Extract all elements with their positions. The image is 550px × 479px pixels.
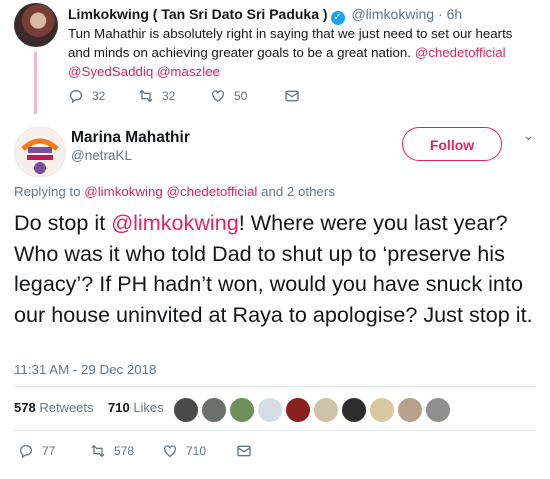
liker-avatars: [173, 397, 453, 423]
author-name[interactable]: Marina Mahathir: [71, 129, 190, 147]
divider: [14, 386, 536, 387]
retweet-count: 32: [162, 89, 176, 103]
tweet-timestamp[interactable]: 11:31 AM - 29 Dec 2018: [14, 362, 156, 377]
retweet-button[interactable]: 32: [138, 88, 210, 104]
replying-user-link[interactable]: @chedetofficial: [166, 184, 257, 199]
liker-avatar[interactable]: [397, 397, 423, 423]
retweet-count: 578: [114, 444, 135, 458]
engagement-stats: 578 Retweets 710 Likes: [14, 400, 164, 415]
reply-button[interactable]: 32: [68, 88, 138, 104]
like-button[interactable]: 50: [210, 88, 284, 104]
header-separator: ·: [438, 6, 443, 22]
retweets-count: 578: [14, 400, 36, 415]
likes-stat[interactable]: 710 Likes: [108, 400, 164, 415]
retweet-button[interactable]: 578: [90, 443, 162, 459]
thread-connector: [34, 52, 37, 114]
liker-avatar[interactable]: [369, 397, 395, 423]
liker-avatar[interactable]: [201, 397, 227, 423]
replying-others-link[interactable]: and 2 others: [261, 184, 335, 199]
reply-icon: [19, 444, 33, 459]
like-icon: [164, 445, 176, 458]
chevron-down-icon[interactable]: ⌄: [523, 128, 534, 144]
follow-button[interactable]: Follow: [402, 127, 502, 161]
reply-count: 32: [92, 89, 106, 103]
retweet-icon: [139, 89, 153, 103]
likes-label: Likes: [133, 400, 164, 415]
liker-avatar[interactable]: [257, 397, 283, 423]
mention-link[interactable]: @maszlee: [157, 64, 220, 79]
author-handle[interactable]: @netraKL: [71, 148, 132, 163]
liker-avatar[interactable]: [285, 397, 311, 423]
like-button[interactable]: 710: [162, 443, 236, 459]
parent-tweet-header: Limkokwing ( Tan Sri Dato Sri Paduka ) ✓ …: [68, 6, 462, 25]
liker-avatar[interactable]: [341, 397, 367, 423]
direct-message-button[interactable]: [284, 88, 308, 104]
tweet-actions: 77 578 710: [18, 443, 260, 459]
tweet-text-part: Do stop it: [14, 210, 112, 235]
direct-message-button[interactable]: [236, 443, 260, 459]
replying-user-link[interactable]: @limkokwing: [84, 184, 163, 199]
liker-avatar[interactable]: [425, 397, 451, 423]
author-avatar[interactable]: [14, 126, 66, 178]
parent-tweet-text: Tun Mahathir is absolutely right in sayi…: [68, 24, 538, 81]
avatar-image: [15, 127, 65, 177]
replying-prefix: Replying to: [14, 184, 81, 199]
reply-button[interactable]: 77: [18, 443, 90, 459]
reply-icon: [69, 89, 83, 104]
mention-link[interactable]: @SyedSaddiq: [68, 64, 153, 79]
message-icon: [237, 445, 251, 457]
mention-link[interactable]: @limkokwing: [111, 210, 239, 235]
parent-tweet-actions: 32 32 50: [68, 88, 308, 104]
parent-author-handle[interactable]: @limkokwing: [351, 6, 434, 22]
mention-link[interactable]: @chedetofficial: [415, 45, 506, 60]
reply-count: 77: [42, 444, 56, 458]
divider: [14, 430, 536, 431]
verified-badge-icon: ✓: [330, 11, 345, 25]
parent-avatar[interactable]: [14, 3, 58, 47]
liker-avatar[interactable]: [313, 397, 339, 423]
retweet-icon: [91, 444, 105, 458]
parent-tweet-time[interactable]: 6h: [447, 6, 463, 22]
parent-author-name[interactable]: Limkokwing ( Tan Sri Dato Sri Paduka ): [68, 6, 328, 22]
message-icon: [285, 90, 299, 102]
likes-count: 710: [107, 400, 130, 415]
tweet-text: Do stop it @limkokwing! Where were you l…: [14, 208, 539, 330]
liker-avatar[interactable]: [173, 397, 199, 423]
liker-avatar[interactable]: [229, 397, 255, 423]
retweets-label: Retweets: [39, 400, 94, 415]
like-icon: [212, 90, 224, 103]
like-count: 710: [186, 444, 207, 458]
replying-to: Replying to @limkokwing @chedetofficial …: [14, 184, 335, 199]
like-count: 50: [234, 89, 248, 103]
retweets-stat[interactable]: 578 Retweets: [14, 400, 94, 415]
